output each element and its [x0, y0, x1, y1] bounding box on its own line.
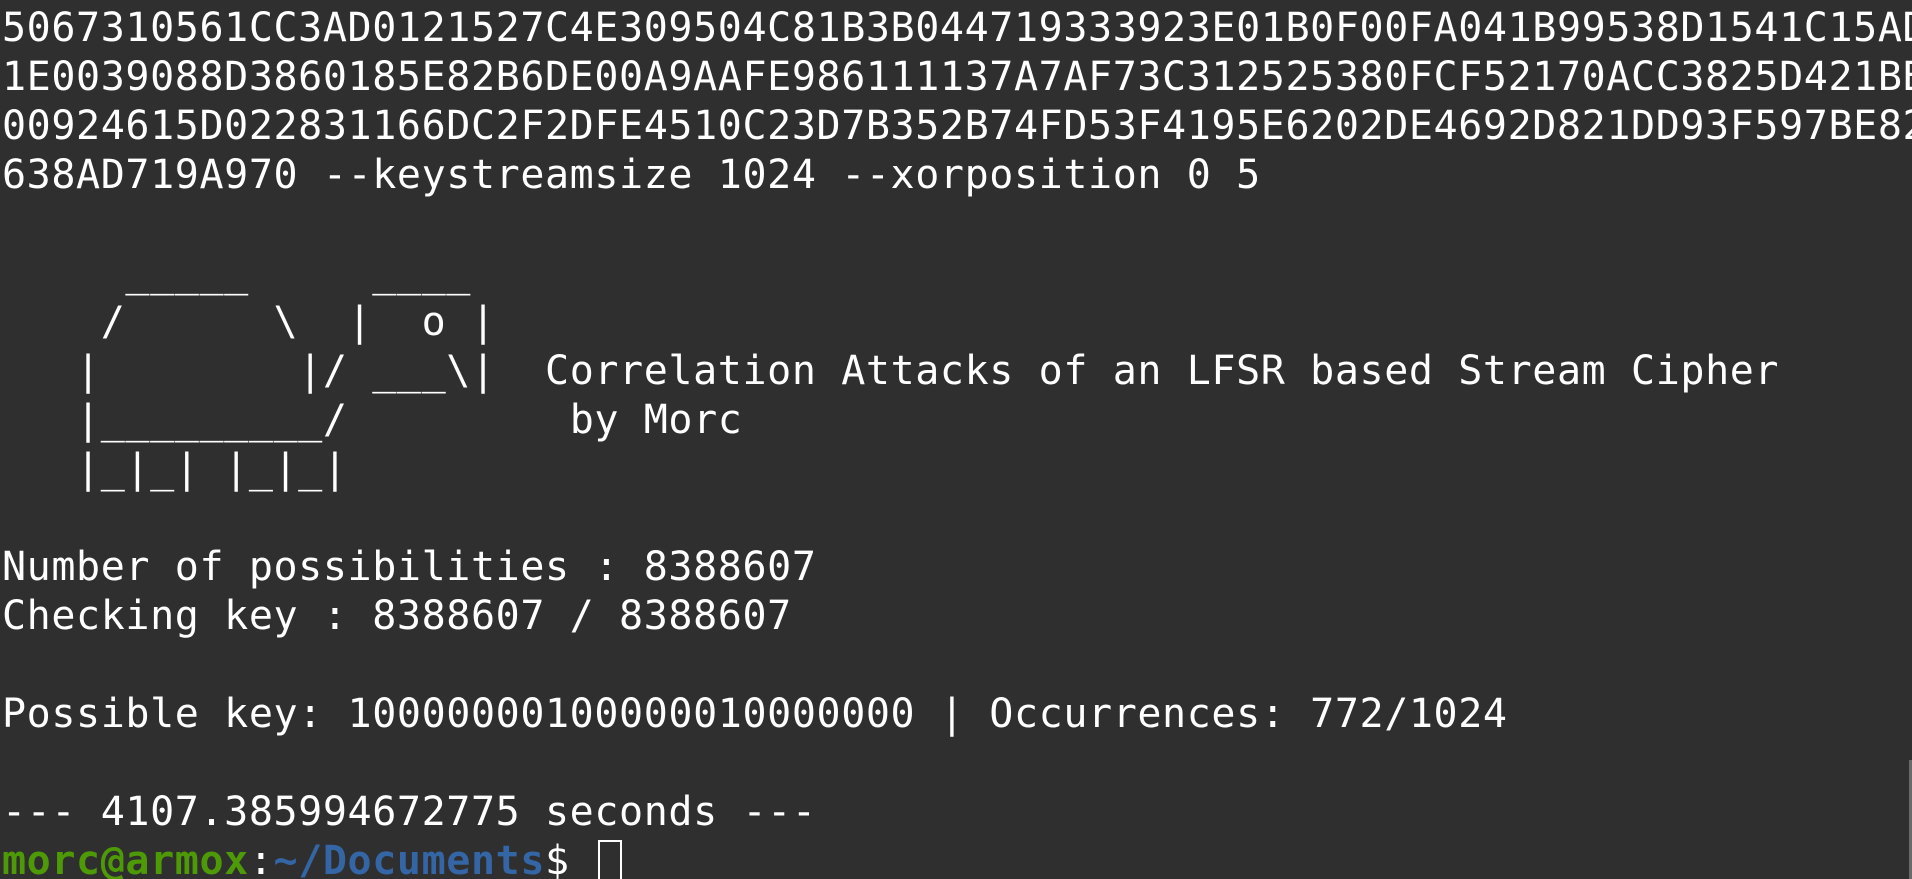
shell-prompt[interactable]: morc@armox:~/Documents$	[2, 837, 1912, 879]
possibilities-line: Number of possibilities : 8388607	[2, 544, 817, 590]
banner-gap	[496, 347, 545, 396]
command-line-2: 1E0039088D3860185E82B6DE00A9AAFE98611113…	[2, 54, 1912, 100]
text-cursor[interactable]	[598, 840, 623, 879]
banner-art-row-3: | |/ ___\|	[2, 348, 496, 394]
command-line-3: 00924615D022831166DC2F2DFE4510C23D7B352B…	[2, 103, 1912, 149]
prompt-separator: :	[248, 838, 274, 879]
prompt-symbol: $	[545, 838, 570, 879]
possible-key-line: Possible key: 10000000100000010000000 | …	[2, 691, 1508, 737]
banner-art-row-4: |_________/	[2, 397, 348, 443]
terminal-window[interactable]: 5067310561CC3AD0121527C4E309504C81B3B044…	[0, 0, 1912, 879]
checking-key-line: Checking key : 8388607 / 8388607	[2, 593, 792, 639]
prompt-path: ~/Documents	[273, 838, 546, 879]
banner-title: Correlation Attacks of an LFSR based Str…	[545, 348, 1780, 394]
banner-author: by Morc	[569, 397, 743, 443]
command-line-1: 5067310561CC3AD0121527C4E309504C81B3B044…	[2, 5, 1912, 51]
banner-art-row-2: / \ | o |	[2, 299, 496, 345]
banner-row-3: | |/ ___\| Correlation Attacks of an LFS…	[2, 347, 1912, 396]
command-line-4: 638AD719A970 --keystreamsize 1024 --xorp…	[2, 152, 1261, 198]
banner-art-row-5: |_|_| |_|_|	[2, 446, 348, 492]
timing-line: --- 4107.385994672775 seconds ---	[2, 789, 817, 835]
banner-art-row-1: _____ ____	[2, 250, 471, 296]
banner-row-4: |_________/ by Morc	[2, 396, 1912, 445]
prompt-user-host: morc@armox	[2, 838, 249, 879]
banner-gap-2	[348, 396, 570, 445]
ascii-banner: _____ ____ / \ | o | | |/ ___\| Correlat…	[2, 249, 1912, 494]
terminal-output: 5067310561CC3AD0121527C4E309504C81B3B044…	[2, 4, 1912, 879]
